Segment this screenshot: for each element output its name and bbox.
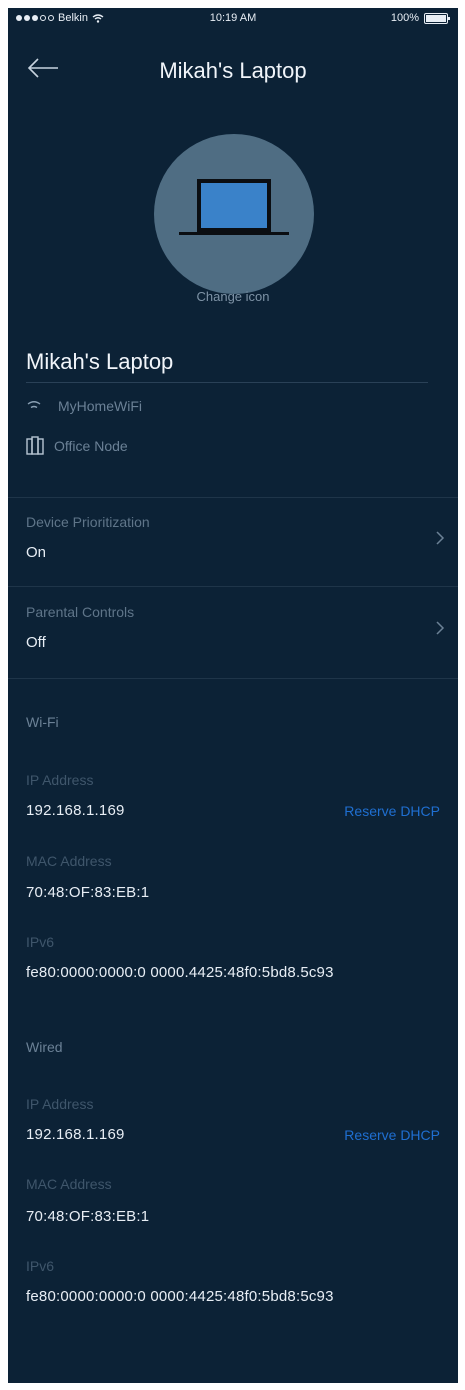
wifi-ip-value: 192.168.1.169 <box>26 802 125 819</box>
app-screen: Belkin 10:19 AM 100% Mikah's Laptop Chan… <box>8 8 458 1383</box>
wifi-section-title: Wi-Fi <box>26 714 59 730</box>
parental-controls-row[interactable]: Parental Controls Off <box>26 604 446 664</box>
wifi-ipv6-value: fe80:0000:0000:0 0000.4425:48f0:5bd8.5c9… <box>26 964 334 981</box>
wifi-network-row: MyHomeWiFi <box>26 395 142 417</box>
divider <box>8 497 458 498</box>
wifi-icon <box>27 401 41 409</box>
wifi-mac-value: 70:48:OF:83:EB:1 <box>26 884 150 901</box>
wired-mac-label: MAC Address <box>26 1176 112 1192</box>
change-icon-link[interactable]: Change icon <box>8 289 458 304</box>
chevron-right-icon <box>436 531 445 545</box>
wifi-mac-label: MAC Address <box>26 853 112 869</box>
wired-section-title: Wired <box>26 1039 63 1055</box>
status-bar: Belkin 10:19 AM 100% <box>8 8 458 30</box>
page-title: Mikah's Laptop <box>159 58 307 83</box>
battery-percent: 100% <box>390 12 419 24</box>
wifi-ip-label: IP Address <box>26 772 94 788</box>
wifi-reserve-dhcp-link[interactable]: Reserve DHCP <box>344 803 440 819</box>
header: Mikah's Laptop <box>8 48 458 88</box>
node-icon <box>26 436 44 455</box>
chevron-right-icon <box>436 621 445 635</box>
battery-icon <box>424 12 450 24</box>
divider <box>8 678 458 679</box>
device-prioritization-row[interactable]: Device Prioritization On <box>26 514 446 574</box>
divider <box>8 586 458 587</box>
status-right: 100% <box>390 12 450 24</box>
wired-ip-value: 192.168.1.169 <box>26 1126 125 1143</box>
node-row: Office Node <box>26 435 128 457</box>
wired-ipv6-label: IPv6 <box>26 1258 55 1274</box>
wired-reserve-dhcp-link[interactable]: Reserve DHCP <box>344 1127 440 1143</box>
device-name: Mikah's Laptop <box>26 349 174 374</box>
wired-ip-label: IP Address <box>26 1096 94 1112</box>
laptop-icon <box>179 179 289 235</box>
node-name: Office Node <box>54 438 128 454</box>
device-icon-button[interactable] <box>154 134 314 294</box>
setting-value: Off <box>26 634 46 651</box>
wifi-ipv6-label: IPv6 <box>26 934 55 950</box>
wifi-network-name: MyHomeWiFi <box>58 398 142 414</box>
setting-value: On <box>26 544 47 561</box>
setting-label: Parental Controls <box>26 604 135 620</box>
wired-ipv6-value: fe80:0000:0000:0 0000:4425:48f0:5bd8:5c9… <box>26 1288 334 1305</box>
device-name-field[interactable]: Mikah's Laptop <box>26 342 428 383</box>
setting-label: Device Prioritization <box>26 514 150 530</box>
wired-mac-value: 70:48:OF:83:EB:1 <box>26 1208 150 1225</box>
